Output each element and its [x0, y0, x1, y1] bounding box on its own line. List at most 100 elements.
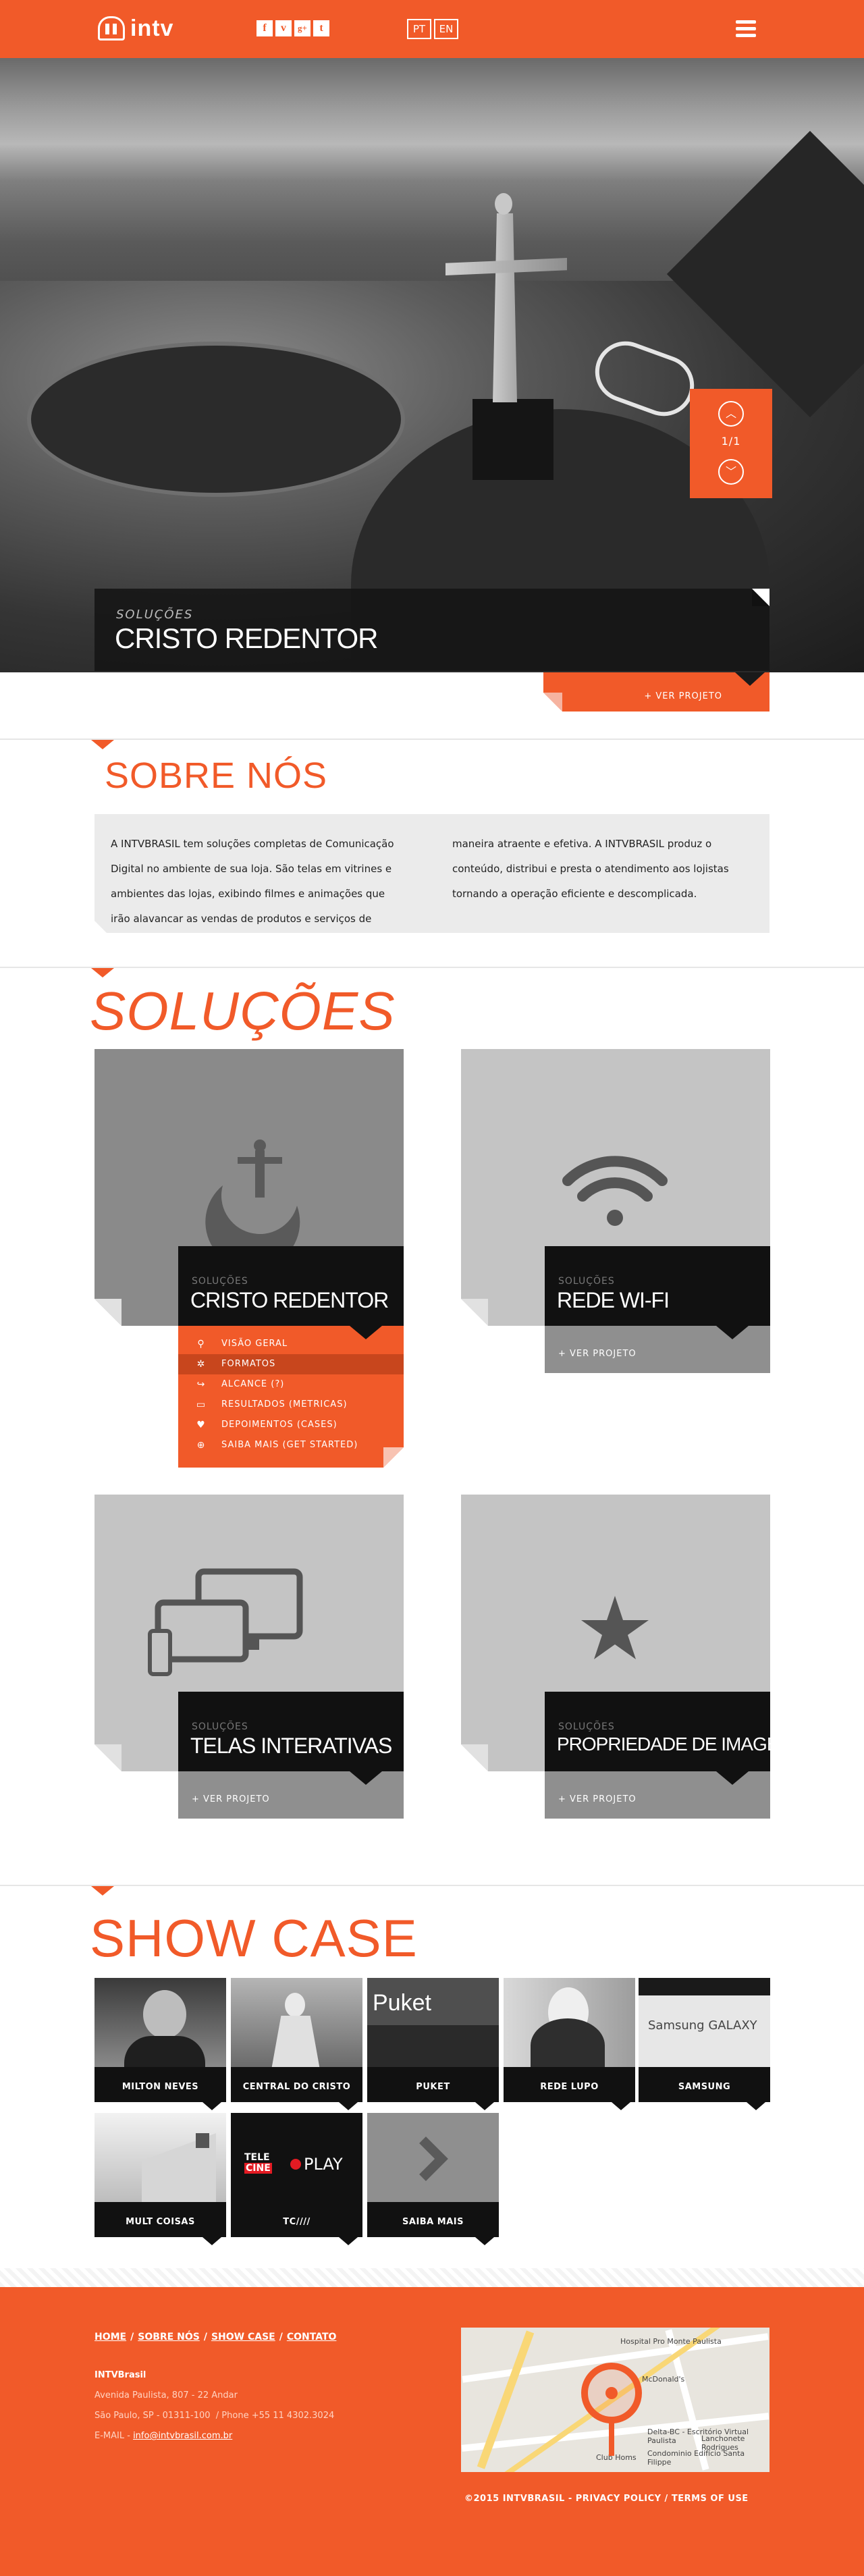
- privacy-policy-link[interactable]: PRIVACY POLICY: [576, 2494, 662, 2504]
- hamburger-menu-icon[interactable]: [736, 20, 756, 38]
- card-title: CRISTO REDENTOR: [190, 1288, 389, 1312]
- google-plus-icon[interactable]: g+: [294, 20, 310, 36]
- tile-pointer: [475, 2237, 494, 2245]
- folder-icon: ▭: [196, 1399, 207, 1410]
- hero-statue-head: [495, 193, 512, 215]
- showcase-tile-telecine[interactable]: TELE CINE PLAY TC////: [231, 2113, 362, 2245]
- submenu-item-saiba-mais[interactable]: ⊕ SAIBA MAIS (GET STARTED): [178, 1435, 404, 1455]
- tile-photo: [94, 1978, 226, 2067]
- heart-icon: ♥: [196, 1420, 206, 1430]
- hero-lagoon: [27, 342, 405, 497]
- submenu-label: ALCANCE (?): [221, 1379, 285, 1389]
- submenu-item-resultados[interactable]: ▭ RESULTADOS (METRICAS): [178, 1395, 404, 1415]
- location-map[interactable]: Hospital Pro Monte Paulista McDonald's D…: [461, 2328, 770, 2472]
- tile-label: MULT COISAS: [94, 2202, 226, 2237]
- section-divider: [0, 1885, 864, 1886]
- tile-photo: [94, 2113, 226, 2202]
- play-icon: [290, 2159, 301, 2170]
- tile-photo: [231, 1978, 362, 2067]
- intv-logo[interactable]: intv: [98, 14, 173, 43]
- card-view-project-label: + VER PROJETO: [558, 1794, 637, 1804]
- vimeo-icon[interactable]: v: [275, 20, 292, 36]
- hero-statue-pedestal: [473, 399, 554, 480]
- footer-link-sobre-nos[interactable]: SOBRE NÓS: [138, 2332, 200, 2342]
- solution-card-propriedade[interactable]: SOLUÇÕES PROPRIEDADE DE IMAGEM + VER PRO…: [461, 1495, 794, 1819]
- social-links: f v g+ t: [256, 20, 329, 36]
- solution-card-wifi[interactable]: SOLUÇÕES REDE WI-FI + VER PROJETO: [461, 1049, 770, 1373]
- solucoes-title: SOLUÇÕES: [90, 981, 396, 1041]
- footer-nav: HOME / SOBRE NÓS / SHOW CASE / CONTATO: [94, 2332, 337, 2342]
- card-pointer: [716, 1326, 749, 1339]
- submenu-label: SAIBA MAIS (GET STARTED): [221, 1440, 358, 1450]
- chevron-down-icon: ﹀: [725, 465, 736, 478]
- submenu-item-alcance[interactable]: ↪ ALCANCE (?): [178, 1374, 404, 1395]
- showcase-tile-samsung[interactable]: Samsung GALAXY SAMSUNG: [639, 1978, 770, 2110]
- submenu-label: FORMATOS: [221, 1359, 276, 1369]
- chevron-right-icon: [419, 2137, 448, 2181]
- language-switcher: PT EN: [407, 19, 458, 39]
- city: São Paulo, SP - 01311-100: [94, 2411, 211, 2421]
- map-label: Hospital Pro Monte Paulista: [620, 2337, 722, 2346]
- card-kicker: SOLUÇÕES: [192, 1276, 248, 1287]
- card-title: TELAS INTERATIVAS: [190, 1734, 392, 1758]
- telecine-tele: TELE: [244, 2152, 270, 2163]
- sobre-title: SOBRE NÓS: [105, 755, 328, 796]
- footer-link-show-case[interactable]: SHOW CASE: [211, 2332, 275, 2342]
- solution-card-cristo[interactable]: SOLUÇÕES CRISTO REDENTOR ⚲ VISÃO GERAL ✲ F…: [94, 1049, 404, 1468]
- email-link[interactable]: info@intvbrasil.com.br: [133, 2431, 232, 2441]
- tile-pointer: [202, 2237, 221, 2245]
- tile-pointer: [747, 2102, 765, 2110]
- footer-address: INTVBrasil Avenida Paulista, 807 - 22 An…: [94, 2365, 334, 2446]
- intv-logo-icon: [98, 16, 125, 41]
- terms-of-use-link[interactable]: TERMS OF USE: [672, 2494, 749, 2504]
- tile-label: PUKET: [367, 2067, 499, 2102]
- hero-view-project-button[interactable]: + VER PROJETO: [543, 672, 770, 712]
- showcase-tile-central-do-cristo[interactable]: CENTRAL DO CRISTO: [231, 1978, 362, 2110]
- hero-view-project-label: + VER PROJETO: [644, 691, 722, 701]
- tumblr-icon[interactable]: t: [313, 20, 329, 36]
- showcase-tile-milton-neves[interactable]: MILTON NEVES: [94, 1978, 226, 2110]
- card-submenu: ⚲ VISÃO GERAL ✲ FORMATOS ↪ ALCANCE (?) ▭ RES…: [178, 1326, 404, 1468]
- solution-card-telas[interactable]: SOLUÇÕES TELAS INTERATIVAS + VER PROJETO: [94, 1495, 404, 1819]
- tile-label: MILTON NEVES: [94, 2067, 226, 2102]
- plus-circle-icon: ⊕: [196, 1440, 206, 1451]
- city-phone: São Paulo, SP - 01311-100 / Phone +55 11…: [94, 2406, 334, 2426]
- showcase-tile-puket[interactable]: Puket PUKET: [367, 1978, 499, 2110]
- hero-kicker: SOLUÇÕES: [116, 608, 194, 622]
- tile-photo: [504, 1978, 635, 2067]
- lang-en-button[interactable]: EN: [434, 19, 458, 39]
- tile-label: REDE LUPO: [504, 2067, 635, 2102]
- street-address: Avenida Paulista, 807 - 22 Andar: [94, 2390, 238, 2400]
- footer-link-contato[interactable]: CONTATO: [287, 2332, 337, 2342]
- company-name: INTVBrasil: [94, 2370, 146, 2380]
- card-caption: SOLUÇÕES TELAS INTERATIVAS: [178, 1692, 404, 1785]
- tile-photo: TELE CINE PLAY: [231, 2113, 362, 2202]
- slide-navigation: ︿ 1/1 ﹀: [690, 389, 772, 498]
- tile-photo: [367, 2113, 499, 2202]
- slide-next-button[interactable]: ﹀: [718, 459, 744, 485]
- box-corner-fold: [94, 921, 107, 933]
- showcase-tile-mult-coisas[interactable]: MULT COISAS: [94, 2113, 226, 2245]
- samsung-logo: Samsung GALAXY: [648, 2018, 757, 2033]
- gear-icon: ✲: [196, 1359, 206, 1370]
- submenu-item-formatos[interactable]: ✲ FORMATOS: [178, 1354, 404, 1374]
- showcase-tile-rede-lupo[interactable]: REDE LUPO: [504, 1978, 635, 2110]
- tile-pointer: [612, 2102, 630, 2110]
- submenu-label: DEPOIMENTOS (CASES): [221, 1420, 338, 1430]
- copyright: ©2015 INTVBRASIL: [464, 2494, 565, 2504]
- card-caption: SOLUÇÕES CRISTO REDENTOR: [178, 1246, 404, 1339]
- card-title: PROPRIEDADE DE IMAGEM: [557, 1734, 794, 1754]
- lang-pt-button[interactable]: PT: [407, 19, 431, 39]
- card-pointer: [716, 1771, 749, 1785]
- showcase-tile-saiba-mais[interactable]: SAIBA MAIS: [367, 2113, 499, 2245]
- footer-link-home[interactable]: HOME: [94, 2332, 126, 2342]
- card-kicker: SOLUÇÕES: [558, 1276, 615, 1287]
- submenu-item-depoimentos[interactable]: ♥ DEPOIMENTOS (CASES): [178, 1415, 404, 1435]
- slide-prev-button[interactable]: ︿: [718, 401, 744, 427]
- caption-pointer: [735, 672, 765, 686]
- map-label: Lanchonete Rodrigues: [701, 2434, 745, 2452]
- sobre-text-box: A INTVBRASIL tem soluções completas de C…: [94, 814, 770, 933]
- facebook-icon[interactable]: f: [256, 20, 273, 36]
- tile-label: SAMSUNG: [639, 2067, 770, 2102]
- brand-name: intv: [130, 15, 174, 41]
